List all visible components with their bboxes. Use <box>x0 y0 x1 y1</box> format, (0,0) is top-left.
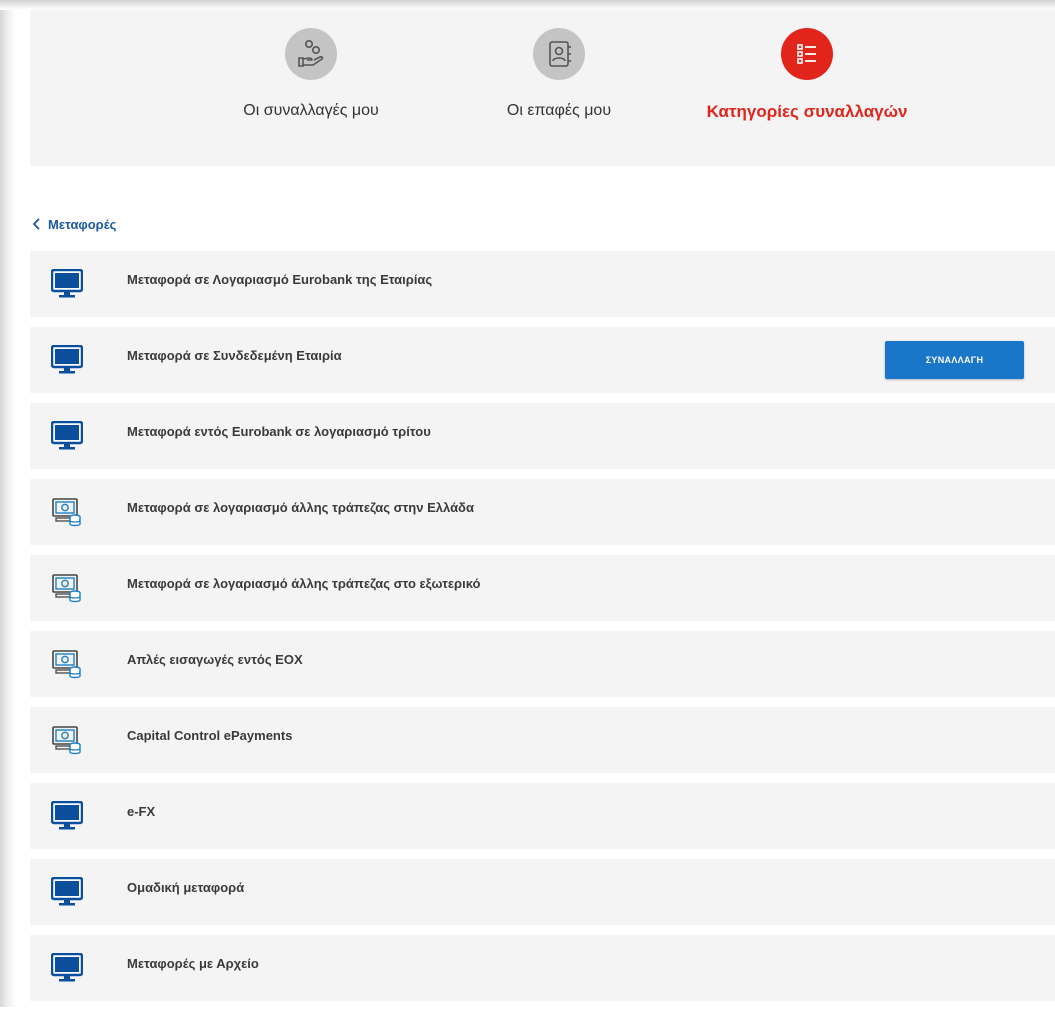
tab-my-transactions[interactable]: Οι συναλλαγές μου <box>196 28 426 158</box>
transfer-list-item[interactable]: Ομαδική μεταφορά <box>30 859 1055 925</box>
back-link-label: Μεταφορές <box>48 216 117 232</box>
tab-label: Κατηγορίες συναλλαγών <box>706 102 908 121</box>
window-edge-left <box>0 0 16 1007</box>
transfer-list-item[interactable]: Μεταφορά σε λογαριασμό άλλης τράπεζας στ… <box>30 479 1055 545</box>
monitor-icon <box>51 800 83 832</box>
app-frame: Οι συναλλαγές μου Οι επαφές μου Κατηγορί… <box>0 0 1055 1007</box>
transfer-list-item[interactable]: Μεταφορά σε Συνδεδεμένη Εταιρία ΣΥΝΑΛΛΑΓΗ <box>30 327 1055 393</box>
cash-coins-icon <box>51 572 83 604</box>
tab-label: Οι επαφές μου <box>506 102 612 119</box>
hand-coins-icon <box>285 28 337 80</box>
monitor-icon <box>51 420 83 452</box>
transfer-list-item[interactable]: Μεταφορά εντός Eurobank σε λογαριασμό τρ… <box>30 403 1055 469</box>
transfer-item-label: e-FX <box>127 804 156 819</box>
back-link-transfers[interactable]: Μεταφορές <box>32 214 116 234</box>
transfer-item-label: Απλές εισαγωγές εντός ΕΟΧ <box>127 652 303 667</box>
transfer-item-label: Μεταφορές με Αρχείο <box>127 956 259 971</box>
transfer-list-item[interactable]: e-FX <box>30 783 1055 849</box>
address-book-icon <box>533 28 585 80</box>
transfer-item-label: Μεταφορά σε Συνδεδεμένη Εταιρία <box>127 348 342 363</box>
chevron-left-icon <box>32 218 40 230</box>
transfer-list-item[interactable]: Απλές εισαγωγές εντός ΕΟΧ <box>30 631 1055 697</box>
tab-label: Οι συναλλαγές μου <box>243 102 379 119</box>
transfer-item-label: Capital Control ePayments <box>127 728 293 743</box>
monitor-icon <box>51 268 83 300</box>
tab-my-contacts[interactable]: Οι επαφές μου <box>444 28 674 158</box>
monitor-icon <box>51 344 83 376</box>
cash-coins-icon <box>51 648 83 680</box>
transfer-list-item[interactable]: Capital Control ePayments <box>30 707 1055 773</box>
transfer-item-label: Ομαδική μεταφορά <box>127 880 245 895</box>
transfer-list-item[interactable]: Μεταφορά σε λογαριασμό άλλης τράπεζας στ… <box>30 555 1055 621</box>
tab-transaction-categories[interactable]: Κατηγορίες συναλλαγών <box>692 28 922 158</box>
transfer-item-label: Μεταφορά σε λογαριασμό άλλης τράπεζας στ… <box>127 576 481 591</box>
transfer-item-label: Μεταφορά σε λογαριασμό άλλης τράπεζας στ… <box>127 500 474 515</box>
transaction-button[interactable]: ΣΥΝΑΛΛΑΓΗ <box>885 341 1024 379</box>
cash-coins-icon <box>51 496 83 528</box>
monitor-icon <box>51 952 83 984</box>
window-edge-top <box>0 0 1055 10</box>
transfer-type-list: Μεταφορά σε Λογαριασμό Eurobank της Εται… <box>30 251 1055 1011</box>
transfer-list-item[interactable]: Μεταφορές με Αρχείο <box>30 935 1055 1001</box>
transfer-list-item[interactable]: Μεταφορά σε Λογαριασμό Eurobank της Εται… <box>30 251 1055 317</box>
transfer-item-label: Μεταφορά εντός Eurobank σε λογαριασμό τρ… <box>127 424 431 439</box>
monitor-icon <box>51 876 83 908</box>
cash-coins-icon <box>51 724 83 756</box>
list-icon <box>781 28 833 80</box>
category-tabs-panel: Οι συναλλαγές μου Οι επαφές μου Κατηγορί… <box>30 10 1055 166</box>
transfer-item-label: Μεταφορά σε Λογαριασμό Eurobank της Εται… <box>127 272 433 287</box>
